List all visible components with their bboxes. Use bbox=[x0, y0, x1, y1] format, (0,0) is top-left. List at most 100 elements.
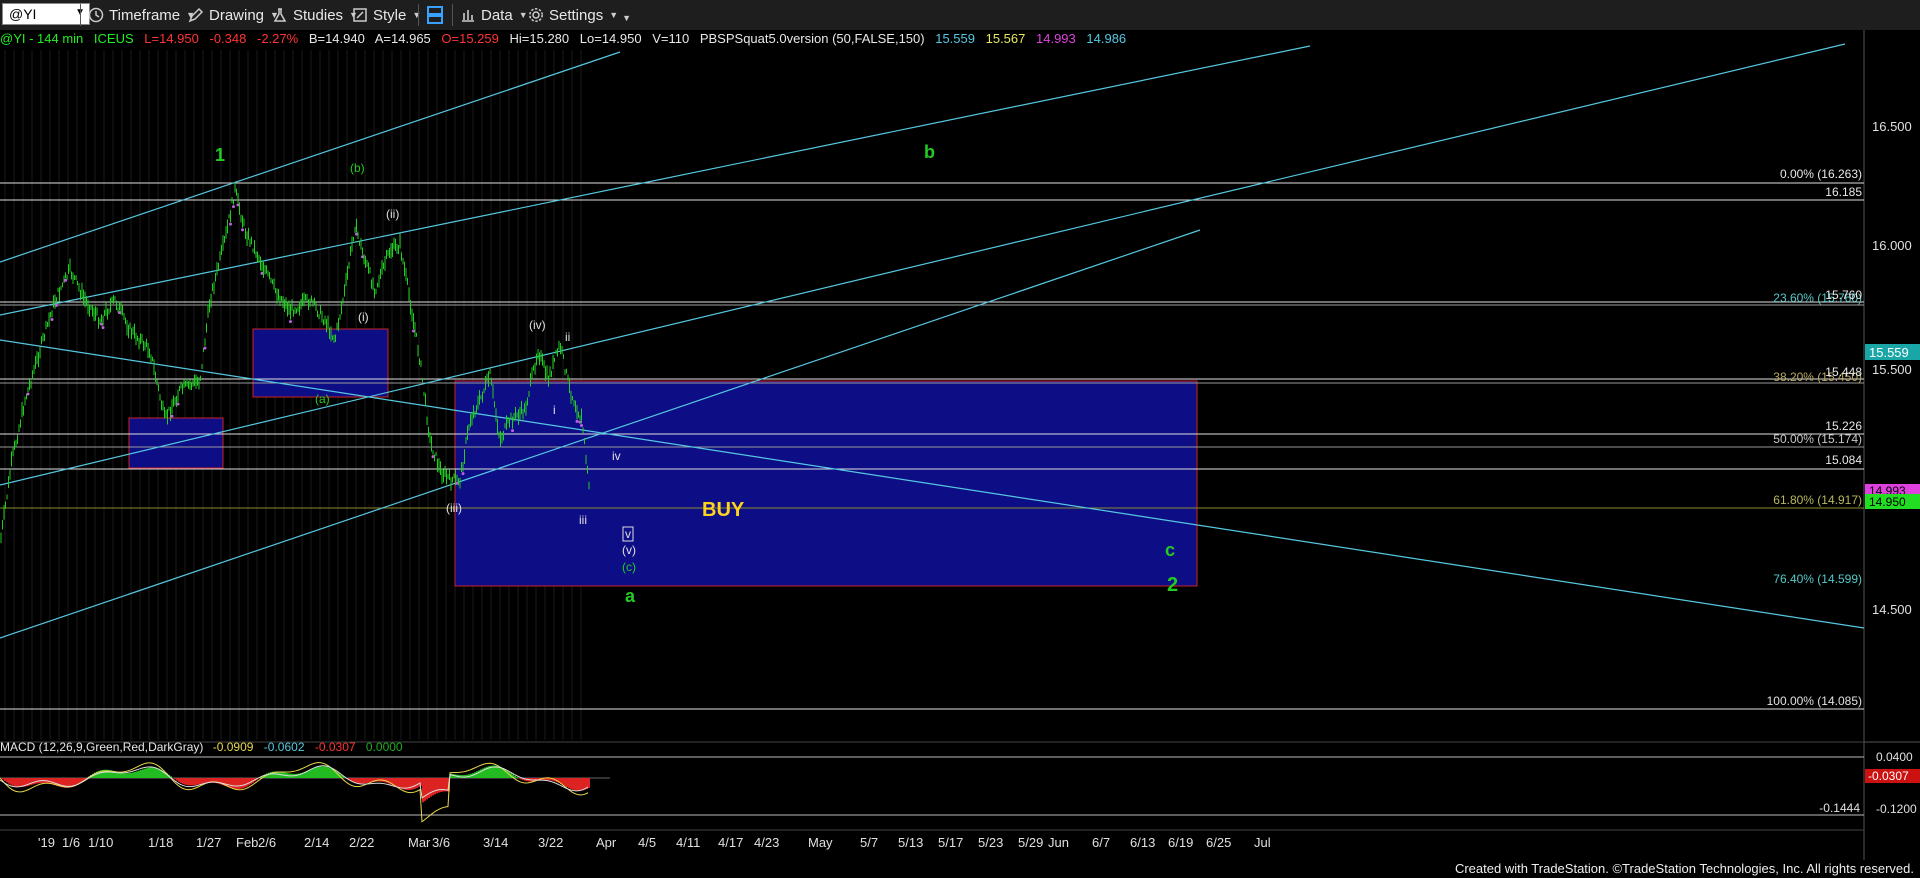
macd-bar bbox=[192, 778, 194, 786]
macd-bar bbox=[568, 778, 570, 789]
macd-bar bbox=[314, 767, 316, 778]
price-marker bbox=[170, 414, 174, 418]
macd-bar bbox=[240, 778, 242, 789]
fib-label-100: 100.00% (14.085) bbox=[1767, 694, 1862, 708]
macd-bar bbox=[124, 773, 126, 778]
macd-bar bbox=[328, 767, 330, 778]
date-tick: 1/6 bbox=[62, 835, 80, 850]
level-label: 16.185 bbox=[1825, 185, 1862, 199]
toolbar-divider bbox=[452, 4, 453, 26]
macd-bar bbox=[580, 778, 582, 791]
wave-a-label: a bbox=[625, 586, 636, 606]
info-study: PBSPSquat5.0version (50,FALSE,150) bbox=[699, 31, 925, 46]
macd-bar bbox=[120, 772, 122, 778]
macd-bar bbox=[438, 778, 440, 793]
footer-credit: Created with TradeStation. ©TradeStation… bbox=[1454, 861, 1914, 876]
macd-bar bbox=[140, 769, 142, 778]
date-tick: 2/6 bbox=[258, 835, 276, 850]
timeframe-menu[interactable]: Timeframe ▼ bbox=[88, 4, 195, 26]
symbol-field[interactable]: @YI ▼ bbox=[2, 3, 90, 25]
macd-bar bbox=[14, 778, 16, 787]
macd-bar bbox=[148, 767, 150, 778]
symbol-value: @YI bbox=[9, 6, 37, 22]
macd-bar bbox=[426, 778, 428, 800]
price-marker bbox=[101, 326, 105, 330]
style-menu[interactable]: Style ▼ bbox=[352, 4, 421, 26]
date-tick: 3/22 bbox=[538, 835, 563, 850]
macd-value-2: -0.0602 bbox=[263, 740, 305, 754]
macd-bar bbox=[132, 772, 134, 778]
layout-button[interactable] bbox=[426, 4, 449, 26]
date-tick: 1/18 bbox=[148, 835, 173, 850]
macd-bar bbox=[144, 768, 146, 778]
macd-bar bbox=[126, 773, 128, 778]
date-tick: 6/25 bbox=[1206, 835, 1231, 850]
date-tick: 4/23 bbox=[754, 835, 779, 850]
flask-icon bbox=[273, 8, 287, 22]
macd-bar bbox=[362, 778, 364, 784]
level-label: 15.448 bbox=[1825, 365, 1862, 379]
date-tick: 5/23 bbox=[978, 835, 1003, 850]
studies-menu[interactable]: Studies ▼ bbox=[272, 4, 358, 26]
info-value-2: 15.567 bbox=[985, 31, 1026, 46]
macd-bar bbox=[154, 767, 156, 778]
macd-bar bbox=[186, 778, 188, 786]
price-marker bbox=[580, 423, 583, 427]
gear-icon bbox=[529, 8, 543, 22]
drawing-menu[interactable]: Drawing ▼ bbox=[188, 4, 279, 26]
date-tick: Mar bbox=[408, 835, 431, 850]
date-tick: 4/5 bbox=[638, 835, 656, 850]
macd-bar bbox=[146, 768, 148, 778]
date-tick: 5/13 bbox=[898, 835, 923, 850]
macd-bar bbox=[496, 765, 498, 778]
price-marker bbox=[26, 392, 30, 396]
date-tick: 2/14 bbox=[304, 835, 329, 850]
date-tick: 5/7 bbox=[860, 835, 878, 850]
macd-bar bbox=[206, 778, 208, 783]
macd-bar bbox=[330, 768, 332, 778]
macd-bar bbox=[476, 771, 478, 778]
clock-icon bbox=[88, 7, 104, 23]
settings-menu[interactable]: Settings ▼ ▼ bbox=[528, 4, 631, 26]
macd-axis-bottom: -0.1200 bbox=[1876, 802, 1917, 816]
data-menu[interactable]: Data ▼ bbox=[460, 4, 528, 26]
macd-bar bbox=[572, 778, 574, 790]
info-bid: B=14.940 bbox=[308, 31, 365, 46]
macd-bar bbox=[2, 778, 4, 780]
macd-bar bbox=[436, 778, 438, 794]
level-label: 15.760 bbox=[1825, 288, 1862, 302]
macd-bar bbox=[178, 778, 180, 782]
macd-bar bbox=[198, 778, 200, 785]
price-tick: 16.000 bbox=[1872, 238, 1912, 253]
wave-iii-label: iii bbox=[579, 513, 587, 527]
buy-label: BUY bbox=[702, 499, 745, 521]
wave-c-paren-label: (c) bbox=[622, 560, 636, 574]
macd-bar bbox=[410, 778, 412, 790]
info-value-3: 14.993 bbox=[1036, 31, 1076, 46]
macd-bar bbox=[188, 778, 190, 786]
macd-bar bbox=[122, 772, 124, 778]
info-vol: V=110 bbox=[652, 31, 690, 46]
level-label: 15.084 bbox=[1825, 453, 1862, 467]
wave-b-small-label: (b) bbox=[350, 161, 365, 175]
macd-bar bbox=[320, 766, 322, 778]
macd-bar bbox=[30, 778, 32, 786]
macd-bar bbox=[576, 778, 578, 791]
symbol-info-bar: @YI - 144 min ICEUS L=14.950 -0.348 -2.2… bbox=[0, 31, 1133, 47]
fib-label-0: 0.00% (16.263) bbox=[1780, 167, 1862, 181]
wave-2-label: 2 bbox=[1167, 574, 1178, 596]
price-marker bbox=[203, 346, 207, 350]
macd-axis-tag: -0.0307 bbox=[1868, 769, 1909, 783]
macd-bar bbox=[418, 778, 420, 787]
macd-bar bbox=[138, 770, 140, 778]
macd-bar bbox=[150, 767, 152, 778]
macd-bar bbox=[204, 778, 206, 784]
macd-bar bbox=[190, 778, 192, 786]
macd-bar bbox=[234, 778, 236, 789]
style-icon bbox=[353, 8, 367, 22]
toolbar-divider bbox=[418, 4, 419, 26]
macd-bar bbox=[360, 778, 362, 784]
chart-area[interactable]: 0.00% (16.263) 23.60% (15.760) 38.20% (1… bbox=[0, 30, 1920, 860]
wave-b-label: b bbox=[924, 142, 935, 162]
macd-bar bbox=[156, 768, 158, 778]
